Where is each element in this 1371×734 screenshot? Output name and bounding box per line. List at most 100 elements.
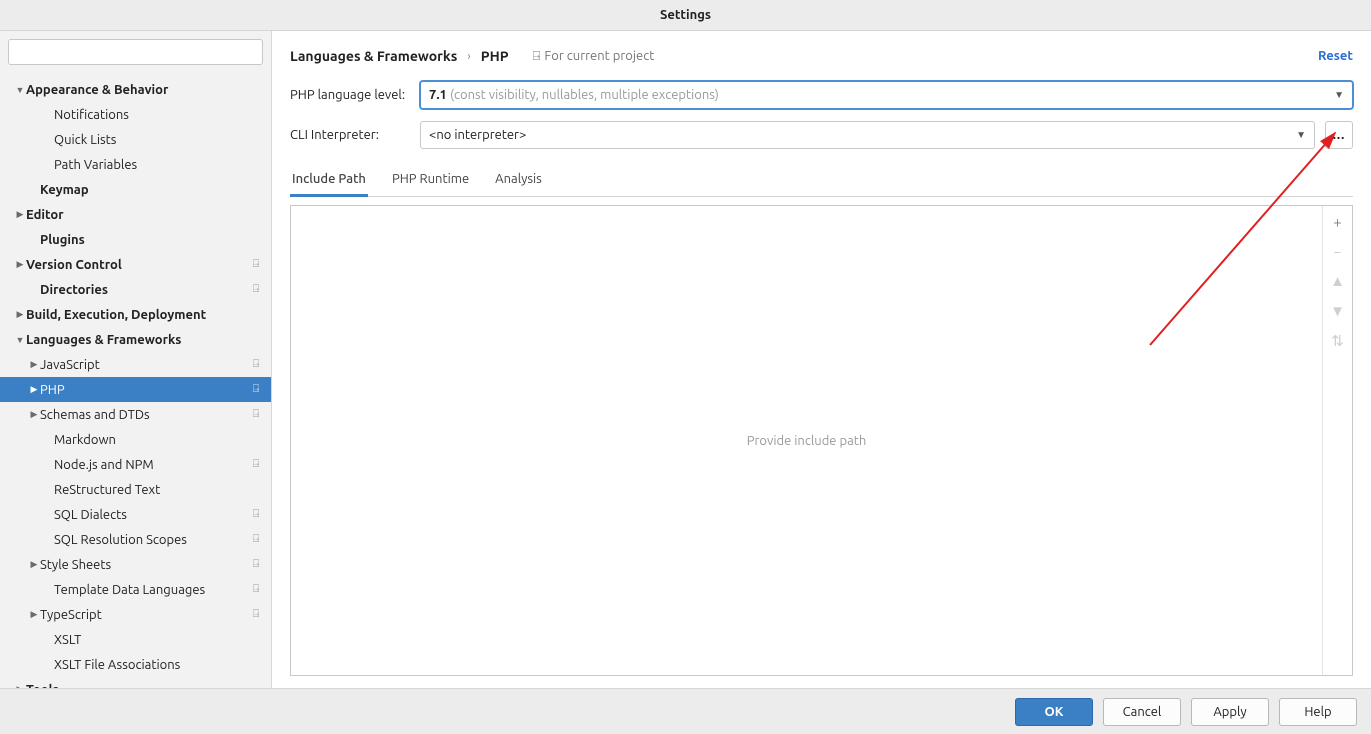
tree-item-label: Style Sheets: [40, 558, 245, 572]
tree-item-build-execution-deployment[interactable]: ▶Build, Execution, Deployment: [0, 302, 271, 327]
tree-item-label: Schemas and DTDs: [40, 408, 245, 422]
tree-item-label: Version Control: [26, 258, 245, 272]
dropdown-icon: ▼: [1296, 129, 1306, 141]
project-scope-icon: ⍈: [249, 608, 263, 621]
add-path-button[interactable]: +: [1323, 206, 1352, 236]
tree-item-typescript[interactable]: ▶TypeScript ⍈: [0, 602, 271, 627]
dialog-footer: OK Cancel Apply Help: [0, 688, 1371, 734]
tree-item-xslt[interactable]: XSLT: [0, 627, 271, 652]
project-scope-icon: ⍈: [249, 383, 263, 396]
tree-item-label: SQL Resolution Scopes: [54, 533, 245, 547]
breadcrumb-part: PHP: [481, 48, 509, 64]
chevron-right-icon: ▶: [28, 559, 40, 570]
settings-sidebar: ▼Appearance & Behavior Notifications Quick…: [0, 31, 272, 688]
sort-button[interactable]: ⇅: [1323, 326, 1352, 356]
cli-interpreter-combo[interactable]: <no interpreter> ▼: [420, 121, 1315, 149]
project-icon: ⍈: [533, 49, 541, 64]
settings-tree[interactable]: ▼Appearance & Behavior Notifications Quick…: [0, 73, 271, 688]
settings-main-pane: Languages & Frameworks › PHP ⍈ For curre…: [272, 31, 1371, 688]
include-path-toolbar: + − ▲ ▼ ⇅: [1322, 206, 1352, 675]
include-path-area: Provide include path + − ▲ ▼ ⇅: [290, 205, 1353, 676]
project-scope-icon: ⍈: [249, 508, 263, 521]
project-scope-icon: ⍈: [249, 258, 263, 271]
tree-item-javascript[interactable]: ▶JavaScript ⍈: [0, 352, 271, 377]
settings-search-input[interactable]: [8, 39, 263, 65]
tree-item-php[interactable]: ▶PHP ⍈: [0, 377, 271, 402]
breadcrumb: Languages & Frameworks › PHP ⍈ For curre…: [290, 43, 1353, 69]
tab-php-runtime[interactable]: PHP Runtime: [390, 164, 471, 197]
tree-item-keymap[interactable]: Keymap: [0, 177, 271, 202]
tree-item-label: Appearance & Behavior: [26, 83, 263, 97]
tree-item-label: Path Variables: [54, 158, 263, 172]
tree-item-label: Notifications: [54, 108, 263, 122]
move-up-button[interactable]: ▲: [1323, 266, 1352, 296]
tree-item-restructured-text[interactable]: ReStructured Text: [0, 477, 271, 502]
tree-item-notifications[interactable]: Notifications: [0, 102, 271, 127]
tree-item-label: PHP: [40, 383, 245, 397]
tree-item-label: Markdown: [54, 433, 263, 447]
tree-item-node-js-and-npm[interactable]: Node.js and NPM ⍈: [0, 452, 271, 477]
tree-item-label: Quick Lists: [54, 133, 263, 147]
window-title: Settings: [0, 0, 1371, 30]
include-path-list[interactable]: Provide include path: [291, 206, 1322, 675]
chevron-right-icon: ▶: [28, 359, 40, 370]
tree-item-directories[interactable]: Directories ⍈: [0, 277, 271, 302]
tree-item-label: XSLT File Associations: [54, 658, 263, 672]
tree-item-markdown[interactable]: Markdown: [0, 427, 271, 452]
help-button[interactable]: Help: [1279, 698, 1357, 726]
project-scope-icon: ⍈: [249, 408, 263, 421]
tab-include-path[interactable]: Include Path: [290, 164, 368, 197]
tree-item-xslt-file-associations[interactable]: XSLT File Associations: [0, 652, 271, 677]
move-down-button[interactable]: ▼: [1323, 296, 1352, 326]
tree-item-plugins[interactable]: Plugins: [0, 227, 271, 252]
tree-item-editor[interactable]: ▶Editor: [0, 202, 271, 227]
project-scope-note: ⍈ For current project: [533, 49, 655, 64]
chevron-right-icon: ▶: [28, 609, 40, 620]
dropdown-icon: ▼: [1334, 89, 1344, 101]
php-language-level-combo[interactable]: 7.1 (const visibility, nullables, multip…: [420, 81, 1353, 109]
apply-button[interactable]: Apply: [1191, 698, 1269, 726]
tree-item-label: Template Data Languages: [54, 583, 245, 597]
project-scope-icon: ⍈: [249, 283, 263, 296]
php-tabs: Include Path PHP Runtime Analysis: [290, 163, 1353, 197]
tree-item-path-variables[interactable]: Path Variables: [0, 152, 271, 177]
tree-item-schemas-and-dtds[interactable]: ▶Schemas and DTDs ⍈: [0, 402, 271, 427]
chevron-right-icon: ›: [467, 50, 470, 63]
tree-item-languages-frameworks[interactable]: ▼Languages & Frameworks: [0, 327, 271, 352]
chevron-down-icon: ▼: [14, 85, 26, 95]
tree-item-label: JavaScript: [40, 358, 245, 372]
chevron-right-icon: ▶: [14, 209, 26, 220]
tree-item-label: TypeScript: [40, 608, 245, 622]
tree-item-template-data-languages[interactable]: Template Data Languages⍈: [0, 577, 271, 602]
tree-item-quick-lists[interactable]: Quick Lists: [0, 127, 271, 152]
cli-interpreter-label: CLI Interpreter:: [290, 128, 410, 142]
project-scope-label: For current project: [544, 49, 654, 63]
breadcrumb-part[interactable]: Languages & Frameworks: [290, 48, 457, 64]
include-path-empty-text: Provide include path: [747, 434, 867, 448]
tree-item-label: ReStructured Text: [54, 483, 263, 497]
chevron-right-icon: ▶: [28, 384, 40, 395]
tree-item-sql-dialects[interactable]: SQL Dialects⍈: [0, 502, 271, 527]
tab-analysis[interactable]: Analysis: [493, 164, 544, 197]
project-scope-icon: ⍈: [249, 458, 263, 471]
remove-path-button[interactable]: −: [1323, 236, 1352, 266]
cancel-button[interactable]: Cancel: [1103, 698, 1181, 726]
tree-item-label: Editor: [26, 208, 263, 222]
cli-interpreter-value: <no interpreter>: [429, 128, 1296, 142]
tree-item-style-sheets[interactable]: ▶Style Sheets⍈: [0, 552, 271, 577]
tree-item-tools[interactable]: ▶Tools: [0, 677, 271, 688]
tree-item-label: Plugins: [40, 233, 263, 247]
chevron-right-icon: ▶: [28, 409, 40, 420]
tree-item-label: Build, Execution, Deployment: [26, 308, 263, 322]
tree-item-label: Directories: [40, 283, 245, 297]
tree-item-label: Languages & Frameworks: [26, 333, 263, 347]
cli-interpreter-browse-button[interactable]: ...: [1325, 121, 1353, 149]
reset-link[interactable]: Reset: [1318, 49, 1353, 63]
tree-item-sql-resolution-scopes[interactable]: SQL Resolution Scopes⍈: [0, 527, 271, 552]
tree-item-version-control[interactable]: ▶Version Control⍈: [0, 252, 271, 277]
tree-item-appearance-behavior[interactable]: ▼Appearance & Behavior: [0, 77, 271, 102]
ok-button[interactable]: OK: [1015, 698, 1093, 726]
tree-item-label: Node.js and NPM: [54, 458, 245, 472]
project-scope-icon: ⍈: [249, 358, 263, 371]
php-language-level-hint: (const visibility, nullables, multiple e…: [450, 88, 719, 102]
